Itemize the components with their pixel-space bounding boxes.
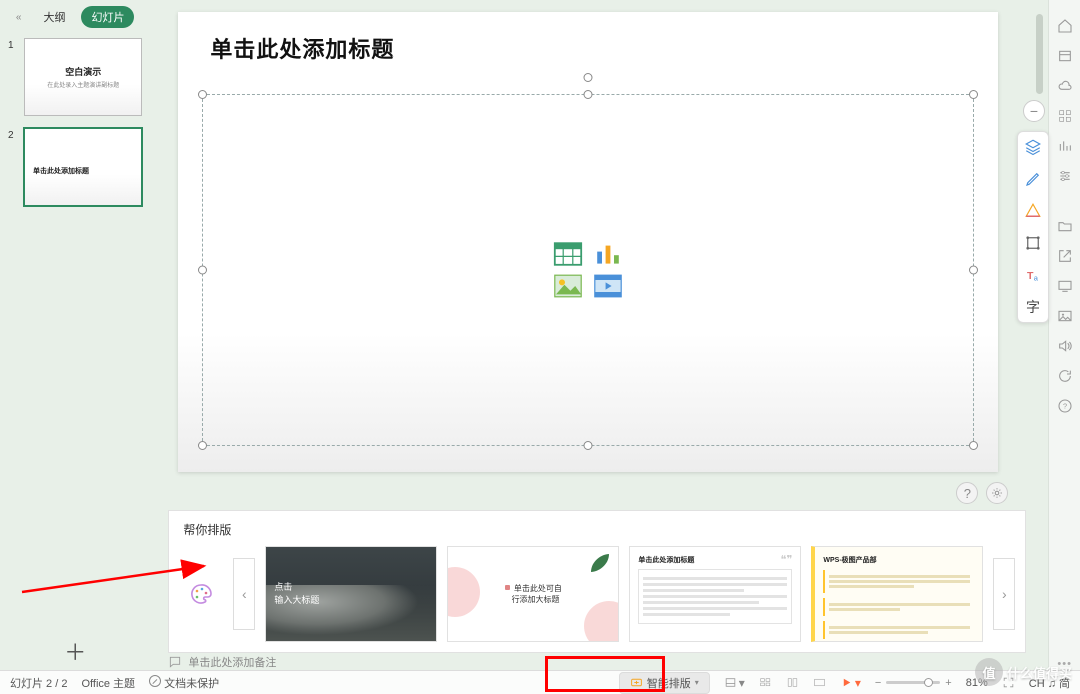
resize-handle[interactable] [584, 90, 593, 99]
slide-canvas[interactable]: 单击此处添加标题 [178, 12, 998, 472]
right-toolbar: ? ••• [1048, 0, 1080, 670]
image-icon[interactable] [1055, 306, 1075, 326]
theme-name[interactable]: Office 主题 [81, 675, 135, 691]
notes-bar[interactable]: 单击此处添加备注 [150, 653, 1048, 670]
quote-icon: ❝❞ [781, 553, 793, 566]
slide-position: 幻灯片 2 / 2 [10, 675, 67, 691]
thumb-number: 2 [8, 128, 18, 141]
vertical-scrollbar[interactable] [1035, 10, 1044, 664]
status-bar: 幻灯片 2 / 2 Office 主题 文档未保护 智能排版 ▾ ▾ ▾ − +… [0, 670, 1080, 694]
slide-thumbnail[interactable]: 单击此处添加标题 [24, 128, 142, 206]
palette-icon[interactable] [189, 582, 213, 606]
layout-suggestion-card[interactable]: ❝❞ 单击此处添加标题 [629, 546, 801, 642]
editor-area: 单击此处添加标题 [150, 0, 1048, 670]
resize-handle[interactable] [198, 90, 207, 99]
layout-icon[interactable] [1055, 46, 1075, 66]
reading-view-icon[interactable] [813, 676, 826, 689]
smart-layout-label: 智能排版 [647, 675, 691, 691]
smart-layout-button[interactable]: 智能排版 ▾ [619, 672, 710, 694]
notes-placeholder: 单击此处添加备注 [188, 654, 276, 670]
layout-suggestion-card[interactable]: 单击此处可自 行添加大标题 [447, 546, 619, 642]
content-placeholder[interactable] [202, 94, 974, 446]
suggestions-prev-button[interactable]: ‹ [233, 558, 255, 630]
zoom-slider[interactable]: − + [875, 677, 952, 689]
resize-handle[interactable] [198, 266, 207, 275]
folder-icon[interactable] [1055, 216, 1075, 236]
layout-suggestion-card[interactable]: 点击输入大标题 [265, 546, 437, 642]
card-text: 单击此处可自 [514, 584, 562, 593]
notes-icon [168, 655, 182, 669]
plus-icon: ＋ [0, 642, 150, 664]
sorter-view-icon[interactable] [786, 676, 799, 689]
protect-icon [149, 675, 161, 687]
settings-icon[interactable] [986, 482, 1008, 504]
slide-tools-strip: − Ta 字 [1017, 131, 1049, 323]
collapse-arrows-icon[interactable]: « [16, 12, 22, 23]
grid-icon[interactable] [1055, 106, 1075, 126]
notes-toggle-icon[interactable]: ▾ [724, 676, 745, 690]
insert-table-icon[interactable] [553, 242, 583, 266]
suggestions-next-button[interactable]: › [993, 558, 1015, 630]
resize-handle[interactable] [584, 441, 593, 450]
watermark: 值什么值得买 [975, 658, 1072, 686]
cloud-icon[interactable] [1055, 76, 1075, 96]
thumbnail-panel: « 大纲 幻灯片 1 空白演示 在此处录入主题演讲副标题 2 单击此处添加标题 … [0, 0, 150, 670]
screen-icon[interactable] [1055, 276, 1075, 296]
sound-icon[interactable] [1055, 336, 1075, 356]
slide-thumbnail[interactable]: 空白演示 在此处录入主题演讲副标题 [24, 38, 142, 116]
insert-image-icon[interactable] [553, 274, 583, 298]
svg-text:T: T [1027, 270, 1034, 282]
chevron-down-icon: ▾ [695, 678, 699, 687]
slideshow-button[interactable]: ▾ [840, 676, 861, 690]
home-icon[interactable] [1055, 16, 1075, 36]
smart-layout-icon [630, 676, 643, 689]
resize-handle[interactable] [969, 266, 978, 275]
card-text: 输入大标题 [274, 595, 319, 605]
thumb-subtitle: 在此处录入主题演讲副标题 [47, 80, 119, 89]
card-heading: 单击此处添加标题 [638, 555, 792, 565]
thumb-number: 1 [8, 38, 18, 51]
svg-text:?: ? [1063, 402, 1067, 411]
tab-slides[interactable]: 幻灯片 [81, 6, 134, 28]
help-icon[interactable]: ? [956, 482, 978, 504]
thumb-title: 单击此处添加标题 [25, 158, 89, 176]
add-slide-button[interactable]: ＋ [0, 630, 150, 670]
layout-suggestions-panel: 帮你排版 ‹ 点击输入大标题 单击此处可自 行添加大标题 ❝❞ 单 [168, 510, 1026, 653]
insert-media-icon[interactable] [593, 274, 623, 298]
help-icon[interactable]: ? [1055, 396, 1075, 416]
thumb-title: 空白演示 [65, 65, 101, 78]
settings-bars-icon[interactable] [1055, 166, 1075, 186]
title-placeholder[interactable]: 单击此处添加标题 [210, 32, 394, 64]
chart-icon[interactable] [1055, 136, 1075, 156]
rotate-handle[interactable] [584, 73, 593, 82]
layout-suggestion-card[interactable]: WPS-极图产品部 [811, 546, 983, 642]
share-icon[interactable] [1055, 246, 1075, 266]
resize-handle[interactable] [198, 441, 207, 450]
card-text: 行添加大标题 [512, 595, 560, 604]
refresh-icon[interactable] [1055, 366, 1075, 386]
resize-handle[interactable] [969, 441, 978, 450]
card-text: 点击 [274, 582, 292, 592]
suggestions-title: 帮你排版 [183, 521, 1015, 538]
normal-view-icon[interactable] [759, 676, 772, 689]
card-heading: WPS-极图产品部 [823, 555, 974, 565]
resize-handle[interactable] [969, 90, 978, 99]
protect-status[interactable]: 文档未保护 [149, 675, 219, 691]
tab-outline[interactable]: 大纲 [33, 6, 75, 28]
insert-chart-icon[interactable] [593, 242, 623, 266]
